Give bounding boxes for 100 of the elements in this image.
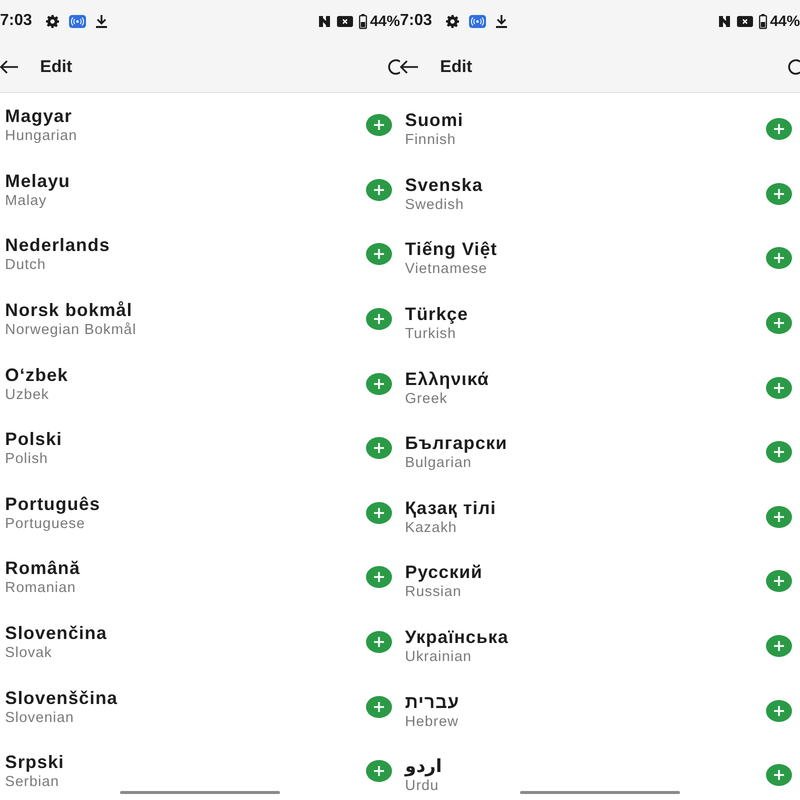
language-name: اردو [405,755,442,778]
plus-icon [774,188,784,199]
language-english-name: Hebrew [405,712,459,731]
plus-icon [774,706,784,716]
add-button[interactable] [366,114,392,136]
add-button[interactable] [766,635,792,658]
language-name: Português [5,492,100,515]
language-english-name: Ukrainian [405,648,472,666]
add-button[interactable] [766,312,792,334]
language-name: Українська [405,626,509,648]
language-name: Slovenčina [5,622,108,644]
add-button[interactable] [366,243,392,266]
plus-icon [774,512,784,522]
language-name: Srpski [5,751,64,774]
plus-icon [774,576,784,586]
add-button[interactable] [766,764,792,786]
add-button[interactable] [366,696,392,718]
add-button[interactable] [366,178,392,201]
language-name: Română [5,557,80,580]
add-button[interactable] [366,760,392,782]
plus-icon [774,447,784,458]
language-english-name: Urdu [405,777,439,796]
plus-icon [774,253,784,264]
settings-icon [46,14,60,28]
language-english-name: Slovak [5,644,52,662]
language-english-name: Dutch [5,256,46,274]
crossed-card-icon [736,16,753,26]
language-english-name: Malay [5,192,47,210]
language-name: Svenska [405,174,483,196]
add-button[interactable] [366,502,392,524]
plus-icon [374,702,384,712]
language-english-name: Portuguese [5,514,86,533]
language-name: Қазақ тілі [405,496,496,519]
download-icon [496,14,508,28]
language-name: Български [405,432,508,454]
status-time: 7:03 [400,12,432,30]
language-english-name: Slovenian [5,708,74,727]
status-time: 7:03 [0,12,32,30]
language-english-name: Serbian [5,773,60,792]
language-english-name: Russian [405,583,462,602]
nfc-icon [318,14,331,28]
language-english-name: Uzbek [5,386,50,404]
add-button[interactable] [766,700,792,722]
plus-icon [774,641,784,652]
plus-icon [774,382,784,393]
language-name: Magyar [5,105,72,128]
add-button[interactable] [366,372,392,395]
plus-icon [374,637,384,648]
add-button[interactable] [766,247,792,270]
add-button[interactable] [766,441,792,464]
language-name: Русский [405,561,483,584]
add-button[interactable] [766,118,792,140]
language-english-name: Greek [405,390,448,408]
crossed-card-icon [336,16,353,26]
language-name: Suomi [405,109,464,132]
language-name: Polski [5,428,62,450]
back-icon[interactable] [400,60,418,74]
language-name: Oʻzbek [5,364,68,386]
page-title: Edit [440,57,472,77]
page-title: Edit [40,57,72,77]
add-button[interactable] [366,631,392,654]
language-english-name: Norwegian Bokmål [5,321,136,340]
add-button[interactable] [766,506,792,528]
language-english-name: Polish [5,450,48,468]
language-english-name: Finnish [405,131,456,150]
back-icon[interactable] [0,60,18,74]
language-name: Melayu [5,170,70,192]
language-name: Slovenščina [5,686,118,709]
language-english-name: Bulgarian [405,454,472,472]
add-button[interactable] [366,437,392,460]
plus-icon [374,184,384,195]
plus-icon [774,124,784,134]
language-name: Ελληνικά [405,368,490,390]
language-english-name: Kazakh [405,518,457,537]
settings-icon [446,14,460,28]
plus-icon [374,508,384,518]
battery-icon [358,14,367,28]
language-english-name: Romanian [5,579,76,598]
plus-icon [374,120,384,130]
battery-level: 44% [370,12,400,30]
add-button[interactable] [366,308,392,330]
language-english-name: Hungarian [5,127,78,146]
language-name: Türkçe [405,303,468,326]
plus-icon [374,249,384,260]
add-button[interactable] [766,376,792,399]
language-name: עברית [405,690,460,713]
add-button[interactable] [366,566,392,588]
plus-icon [374,766,384,776]
add-button[interactable] [766,182,792,205]
language-english-name: Vietnamese [405,260,488,278]
plus-icon [374,314,384,324]
plus-icon [374,443,384,454]
plus-icon [774,318,784,328]
battery-icon [758,14,767,28]
language-name: Norsk bokmål [5,299,132,322]
plus-icon [374,572,384,582]
download-icon [96,14,108,28]
add-button[interactable] [766,570,792,592]
hotspot-icon [469,14,486,28]
plus-icon [374,378,384,389]
